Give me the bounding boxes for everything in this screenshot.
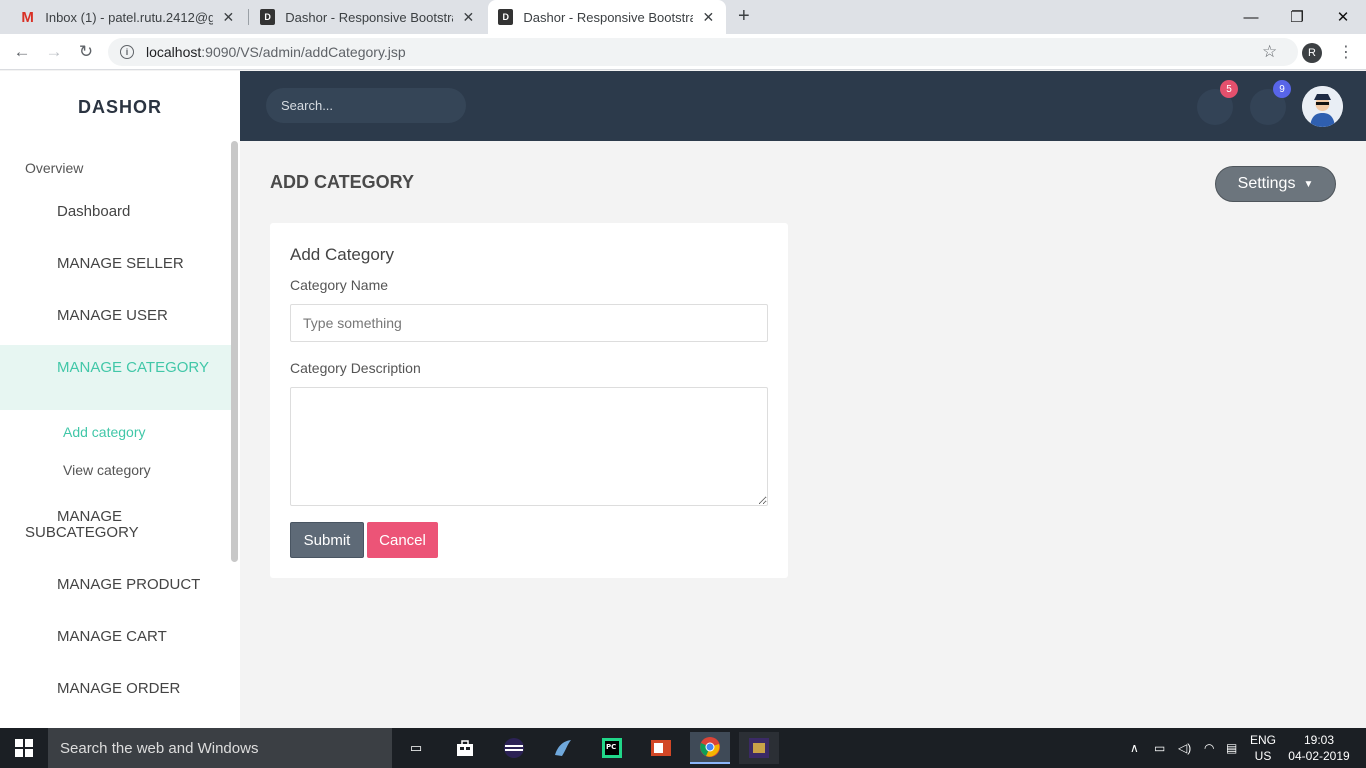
vs-app-icon[interactable] — [739, 732, 779, 764]
language-indicator[interactable]: ENG US — [1246, 732, 1280, 764]
messages-button[interactable]: 9 — [1250, 80, 1291, 125]
sidebar-item-dashboard[interactable]: Dashboard — [0, 203, 232, 223]
windows-taskbar: Search the web and Windows ▭ PC ∧ ▭ ◁) ◠… — [0, 728, 1366, 768]
add-category-card: Add Category Category Name Category Desc… — [270, 223, 788, 578]
url-text: localhost:9090/VS/admin/addCategory.jsp — [146, 44, 406, 60]
back-icon[interactable]: ← — [10, 40, 34, 64]
reload-icon[interactable]: ↻ — [74, 40, 98, 64]
url-input[interactable]: i localhost:9090/VS/admin/addCategory.js… — [108, 38, 1298, 66]
forward-icon[interactable]: → — [42, 40, 66, 64]
close-icon[interactable]: ✕ — [221, 9, 236, 26]
address-bar: ← → ↻ i localhost:9090/VS/admin/addCateg… — [0, 34, 1366, 70]
sidebar-item-label: MANAGE — [57, 508, 123, 525]
window-close-icon[interactable]: ✕ — [1320, 0, 1366, 34]
category-description-label: Category Description — [290, 360, 421, 376]
sidebar-item-label: MANAGE PRODUCT — [57, 576, 201, 593]
sidebar-item-manage-user[interactable]: MANAGE USER — [0, 307, 232, 327]
search-input[interactable]: Search... — [266, 88, 466, 123]
battery-icon[interactable]: ▭ — [1154, 728, 1165, 768]
store-icon[interactable] — [445, 732, 485, 764]
clock-time: 19:03 — [1303, 733, 1335, 747]
settings-dropdown-button[interactable]: Settings ▼ — [1215, 166, 1336, 202]
gmail-icon: M — [21, 8, 34, 26]
messages-badge: 9 — [1273, 80, 1291, 98]
sidebar-subitem-view-category[interactable]: View category — [63, 462, 151, 478]
settings-label: Settings — [1237, 175, 1296, 192]
language-code: ENG — [1249, 733, 1276, 747]
task-view-icon[interactable]: ▭ — [396, 732, 436, 764]
bookmark-star-icon[interactable]: ☆ — [1262, 42, 1277, 62]
dashor-favicon-icon: D — [260, 9, 276, 25]
caret-down-icon: ▼ — [1303, 178, 1314, 190]
tab-title: Inbox (1) - patel.rutu.2412@gmail.com — [45, 9, 213, 25]
close-icon[interactable]: ✕ — [701, 9, 716, 26]
search-placeholder: Search... — [281, 98, 334, 113]
close-icon[interactable]: ✕ — [461, 9, 476, 26]
wifi-icon[interactable]: ◠ — [1204, 728, 1214, 768]
profile-avatar[interactable]: R — [1302, 43, 1322, 63]
sidebar-item-manage-category[interactable]: MANAGE CATEGORY — [0, 345, 232, 410]
clock[interactable]: 19:03 04-02-2019 — [1282, 732, 1356, 764]
clock-date: 04-02-2019 — [1288, 749, 1350, 763]
submit-button[interactable]: Submit — [290, 522, 364, 558]
chrome-icon[interactable] — [690, 732, 730, 764]
mysql-workbench-icon[interactable] — [543, 732, 583, 764]
start-button[interactable] — [0, 728, 48, 768]
minimize-icon[interactable]: — — [1228, 0, 1274, 34]
volume-icon[interactable]: ◁) — [1178, 728, 1191, 768]
nav-heading: Overview — [25, 160, 84, 176]
brand-logo[interactable]: DASHOR — [0, 97, 240, 118]
tab-title: Dashor - Responsive Bootstrap 4 Admin — [523, 9, 692, 25]
pycharm-icon[interactable]: PC — [592, 732, 632, 764]
new-tab-icon[interactable]: + — [738, 5, 750, 28]
tab-gmail[interactable]: M Inbox (1) - patel.rutu.2412@gmail.com … — [10, 0, 246, 34]
windows-logo-icon — [15, 739, 33, 757]
menu-kebab-icon[interactable]: ⋮ — [1338, 42, 1354, 62]
info-icon[interactable]: i — [120, 45, 134, 59]
category-name-input[interactable] — [290, 304, 768, 342]
avatar-illustration-icon — [1302, 86, 1343, 127]
dashor-favicon-icon: D — [498, 9, 514, 25]
tab-dashor-active[interactable]: D Dashor - Responsive Bootstrap 4 Admin … — [488, 0, 726, 34]
category-description-textarea[interactable] — [290, 387, 768, 506]
svg-text:PC: PC — [606, 743, 616, 751]
sidebar-item-label: MANAGE USER — [57, 307, 168, 324]
cancel-button[interactable]: Cancel — [367, 522, 438, 558]
sidebar-item-label: MANAGE SELLER — [57, 255, 184, 272]
notifications-badge: 5 — [1220, 80, 1238, 98]
browser-tab-bar: M Inbox (1) - patel.rutu.2412@gmail.com … — [0, 0, 1366, 34]
eclipse-icon[interactable] — [494, 732, 534, 764]
sidebar-item-label: MANAGE ORDER — [57, 680, 181, 697]
sidebar-item-label: Dashboard — [57, 203, 131, 220]
sidebar-item-manage-seller[interactable]: MANAGE SELLER — [0, 255, 232, 275]
notifications-button[interactable]: 5 — [1197, 80, 1238, 125]
sidebar-item-manage-product[interactable]: MANAGE PRODUCT — [0, 576, 232, 596]
taskbar-search-input[interactable]: Search the web and Windows — [48, 728, 392, 768]
top-header: Search... 5 9 — [240, 71, 1366, 141]
sidebar-item-manage-order[interactable]: MANAGE ORDER — [0, 680, 232, 700]
restore-icon[interactable]: ❐ — [1274, 0, 1320, 34]
sidebar-item-manage-subcategory[interactable]: MANAGE SUBCATEGORY — [0, 508, 232, 544]
tab-title: Dashor - Responsive Bootstrap 4 Admin — [285, 9, 453, 25]
powerpoint-icon[interactable] — [641, 732, 681, 764]
category-name-label: Category Name — [290, 277, 389, 293]
sidebar-item-label: MANAGE CART — [57, 628, 167, 645]
sidebar: DASHOR Overview Dashboard MANAGE SELLER … — [0, 71, 240, 728]
action-center-icon[interactable]: ▤ — [1226, 728, 1237, 768]
sidebar-item-label-line2: SUBCATEGORY — [25, 524, 139, 541]
show-hidden-icons[interactable]: ∧ — [1130, 728, 1139, 768]
sidebar-scrollbar[interactable] — [231, 141, 238, 562]
tab-dashor-1[interactable]: D Dashor - Responsive Bootstrap 4 Admin … — [250, 0, 486, 34]
sidebar-subitem-add-category[interactable]: Add category — [63, 424, 146, 440]
region-code: US — [1254, 749, 1272, 763]
sidebar-item-label: MANAGE CATEGORY — [57, 359, 209, 376]
card-title: Add Category — [290, 245, 394, 264]
sidebar-item-manage-cart[interactable]: MANAGE CART — [0, 628, 232, 648]
user-avatar[interactable] — [1302, 86, 1343, 127]
page-title: ADD CATEGORY — [270, 172, 414, 192]
